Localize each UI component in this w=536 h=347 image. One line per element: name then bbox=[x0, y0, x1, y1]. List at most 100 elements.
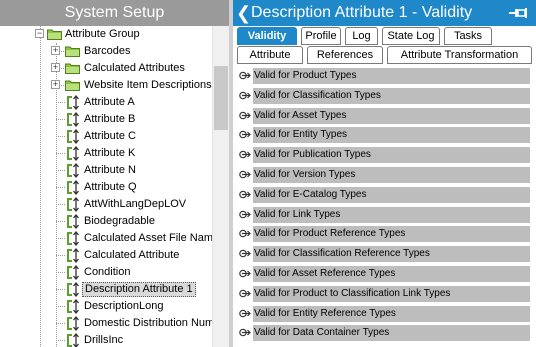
tree-item-label[interactable]: Attribute Group bbox=[63, 27, 142, 42]
tree-connector-line bbox=[56, 153, 65, 154]
tree-item-label[interactable]: Website Item Descriptions bbox=[82, 78, 212, 93]
tree-attribute-item[interactable]: Attribute B bbox=[0, 111, 212, 128]
tree-item-label[interactable]: Condition bbox=[82, 265, 132, 280]
tree-folder-item[interactable]: + Calculated Attributes bbox=[0, 60, 212, 77]
tree-item-label[interactable]: Calculated Asset File Name bbox=[82, 231, 212, 246]
expand-arrow-icon[interactable] bbox=[239, 129, 251, 140]
tree-item-label[interactable]: DescriptionLong bbox=[82, 299, 166, 314]
validity-row[interactable]: Valid for Product to Classification Link… bbox=[233, 284, 536, 304]
expand-arrow-icon[interactable] bbox=[239, 90, 251, 101]
tree-item-label[interactable]: Attribute C bbox=[82, 129, 138, 144]
tree-scrollbar[interactable] bbox=[212, 26, 229, 347]
tree-item-label[interactable]: Attribute Q bbox=[82, 180, 139, 195]
validity-row[interactable]: Valid for Asset Types bbox=[233, 106, 536, 126]
tree-connector-line bbox=[56, 221, 65, 222]
expand-arrow-icon[interactable] bbox=[239, 268, 251, 279]
tree-item-label[interactable]: Attribute B bbox=[82, 112, 137, 127]
tree-attribute-item[interactable]: Biodegradable bbox=[0, 213, 212, 230]
tree-item-label[interactable]: Attribute N bbox=[82, 163, 138, 178]
tree-item-label[interactable]: Calculated Attribute bbox=[82, 248, 181, 263]
expand-arrow-icon[interactable] bbox=[239, 149, 251, 160]
validity-row[interactable]: Valid for Version Types bbox=[233, 165, 536, 185]
expand-arrow-icon[interactable] bbox=[239, 308, 251, 319]
tree-item-label[interactable]: Domestic Distribution Numb bbox=[82, 316, 212, 331]
tree-item-label[interactable]: Attribute K bbox=[82, 146, 137, 161]
tree-attribute-item[interactable]: Attribute N bbox=[0, 162, 212, 179]
validity-row[interactable]: Valid for Product Reference Types bbox=[233, 224, 536, 244]
tree-item-label-selected[interactable]: Description Attribute 1 bbox=[82, 282, 196, 297]
expand-toggle-icon[interactable]: + bbox=[51, 80, 60, 89]
validity-row[interactable]: Valid for Classification Types bbox=[233, 86, 536, 106]
back-arrow-icon[interactable]: ❮ bbox=[236, 1, 251, 25]
collapse-toggle-icon[interactable]: − bbox=[35, 29, 44, 38]
expand-arrow-icon[interactable] bbox=[239, 189, 251, 200]
tree-attribute-item[interactable]: DescriptionLong bbox=[0, 298, 212, 315]
attribute-icon bbox=[67, 197, 79, 212]
tree-item-label[interactable]: AttWithLangDepLOV bbox=[82, 197, 188, 212]
tree-attribute-item[interactable]: Domestic Distribution Numb bbox=[0, 315, 212, 332]
validity-label: Valid for Entity Types bbox=[253, 127, 530, 143]
tree-attribute-item[interactable]: Attribute K bbox=[0, 145, 212, 162]
tree-attribute-item[interactable]: Condition bbox=[0, 264, 212, 281]
expand-arrow-icon[interactable] bbox=[239, 70, 251, 81]
attribute-icon bbox=[67, 95, 79, 110]
tree-attribute-item[interactable]: AttWithLangDepLOV bbox=[0, 196, 212, 213]
tree-attribute-item[interactable]: Calculated Attribute bbox=[0, 247, 212, 264]
attribute-icon bbox=[67, 282, 79, 297]
tree-item-label[interactable]: Barcodes bbox=[82, 44, 132, 59]
tree-item-label[interactable]: Calculated Attributes bbox=[82, 61, 187, 76]
tree-attribute-item[interactable]: Description Attribute 1 bbox=[0, 281, 212, 298]
validity-label: Valid for Classification Reference Types bbox=[253, 246, 530, 262]
expand-arrow-icon[interactable] bbox=[239, 228, 251, 239]
attribute-icon bbox=[67, 316, 79, 331]
tree-connector-line bbox=[56, 204, 65, 205]
pin-icon[interactable] bbox=[507, 5, 529, 21]
editor-title: Description Attribute 1 - Validity bbox=[251, 4, 473, 21]
validity-row[interactable]: Valid for Entity Reference Types bbox=[233, 304, 536, 324]
tab-references[interactable]: References bbox=[307, 46, 383, 64]
tree-attribute-item[interactable]: Attribute Q bbox=[0, 179, 212, 196]
tree-item-label[interactable]: Biodegradable bbox=[82, 214, 157, 229]
attribute-icon bbox=[67, 146, 79, 161]
tab-log[interactable]: Log bbox=[345, 27, 378, 45]
tab-validity[interactable]: Validity bbox=[237, 27, 297, 45]
expand-toggle-icon[interactable]: + bbox=[51, 46, 60, 55]
expand-arrow-icon[interactable] bbox=[239, 248, 251, 259]
validity-row[interactable]: Valid for Asset Reference Types bbox=[233, 264, 536, 284]
folder-icon bbox=[65, 63, 80, 74]
validity-row[interactable]: Valid for Product Types bbox=[233, 66, 536, 86]
tree-scroll-thumb[interactable] bbox=[214, 66, 228, 130]
validity-label: Valid for Link Types bbox=[253, 207, 530, 223]
tree-item-label[interactable]: DrillsInc bbox=[82, 333, 125, 347]
folder-icon bbox=[65, 46, 80, 57]
tree-connector-line bbox=[56, 238, 65, 239]
validity-row[interactable]: Valid for Entity Types bbox=[233, 125, 536, 145]
validity-row[interactable]: Valid for Publication Types bbox=[233, 145, 536, 165]
tab-state-log[interactable]: State Log bbox=[382, 27, 440, 45]
tree-folder-item[interactable]: + Barcodes bbox=[0, 43, 212, 60]
expand-toggle-icon[interactable]: + bbox=[51, 63, 60, 72]
validity-row[interactable]: Valid for Data Container Types bbox=[233, 323, 536, 343]
validity-row[interactable]: Valid for E-Catalog Types bbox=[233, 185, 536, 205]
tree-attribute-item[interactable]: DrillsInc bbox=[0, 332, 212, 347]
expand-arrow-icon[interactable] bbox=[239, 327, 251, 338]
tree-folder-item[interactable]: − Attribute Group bbox=[0, 26, 212, 43]
expand-arrow-icon[interactable] bbox=[239, 110, 251, 121]
folder-icon bbox=[47, 29, 62, 40]
tree-attribute-item[interactable]: Attribute C bbox=[0, 128, 212, 145]
attribute-icon bbox=[67, 333, 79, 347]
tree-attribute-item[interactable]: Attribute A bbox=[0, 94, 212, 111]
validity-row[interactable]: Valid for Classification Reference Types bbox=[233, 244, 536, 264]
tab-profile[interactable]: Profile bbox=[301, 27, 341, 45]
tab-attribute[interactable]: Attribute bbox=[237, 46, 303, 64]
tree-folder-item[interactable]: + Website Item Descriptions bbox=[0, 77, 212, 94]
tree-item-label[interactable]: Attribute A bbox=[82, 95, 137, 110]
validity-row[interactable]: Valid for Link Types bbox=[233, 205, 536, 225]
tab-attribute-transformation[interactable]: Attribute Transformation bbox=[387, 46, 532, 64]
tab-tasks[interactable]: Tasks bbox=[444, 27, 492, 45]
tree-attribute-item[interactable]: Calculated Asset File Name bbox=[0, 230, 212, 247]
tree-connector-line bbox=[56, 272, 65, 273]
expand-arrow-icon[interactable] bbox=[239, 209, 251, 220]
expand-arrow-icon[interactable] bbox=[239, 169, 251, 180]
expand-arrow-icon[interactable] bbox=[239, 288, 251, 299]
